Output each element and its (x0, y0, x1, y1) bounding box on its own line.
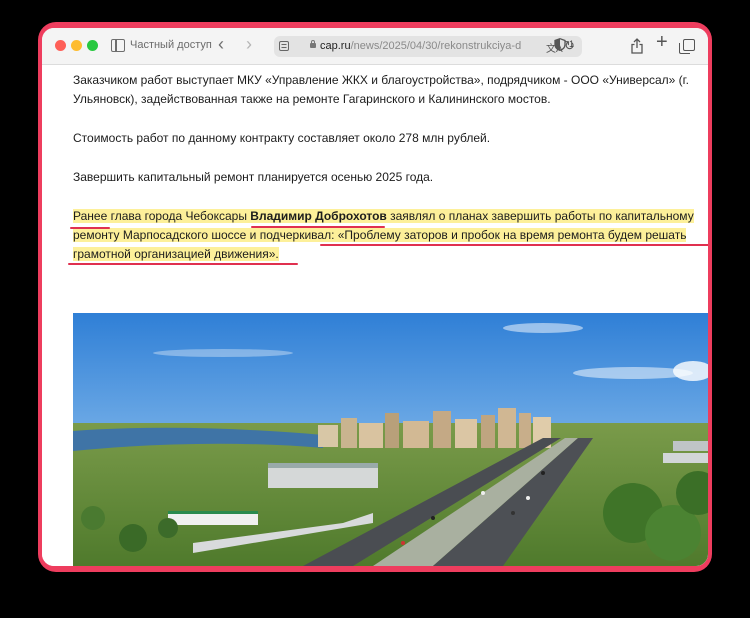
article-photo (73, 313, 708, 566)
url-path: /news/2025/04/30/rekonstrukciya- (350, 40, 516, 52)
quote-post: заявлял о планах завершить работы по кап… (386, 209, 694, 223)
share-icon[interactable] (630, 38, 644, 54)
paragraph-line: Ульяновск), задействованная также на рем… (73, 92, 551, 106)
shield-icon[interactable] (554, 38, 566, 51)
forward-icon[interactable]: › (246, 34, 252, 54)
mayor-name: Владимир Доброхотов (250, 209, 387, 223)
page-content: Заказчиком работ выступает МКУ «Управлен… (42, 65, 708, 566)
sidebar-icon[interactable] (111, 39, 125, 52)
quote-pre: Ранее глава города Чебоксары (73, 209, 251, 223)
plus-icon[interactable]: + (656, 31, 668, 53)
minimize-window-button[interactable] (71, 40, 82, 51)
browser-window: Частный доступ ‹ › cap.ru/news/2025/04/3… (42, 28, 708, 566)
browser-toolbar: Частный доступ ‹ › cap.ru/news/2025/04/3… (42, 28, 708, 65)
paragraph-cost: Стоимость работ по данному контракту сос… (73, 131, 491, 145)
close-window-button[interactable] (55, 40, 66, 51)
page-icon[interactable] (279, 41, 289, 51)
address-bar[interactable]: cap.ru/news/2025/04/30/rekonstrukciya-d … (274, 36, 582, 57)
tabs-icon[interactable] (679, 39, 695, 54)
paragraph-line: Заказчиком работ выступает МКУ «Управлен… (73, 73, 689, 87)
name-underline (251, 226, 385, 228)
url-trailing: d (515, 40, 522, 52)
tracker-count: 1 (569, 39, 575, 49)
url-text[interactable]: cap.ru/news/2025/04/30/rekonstrukciya-d (320, 40, 521, 52)
paragraph-deadline: Завершить капитальный ремонт планируется… (73, 170, 434, 184)
quote-underline-3 (68, 263, 298, 265)
quote-line-1: Ранее глава города Чебоксары Владимир До… (73, 207, 708, 226)
zoom-window-button[interactable] (87, 40, 98, 51)
back-icon[interactable]: ‹ (218, 34, 224, 54)
quote-line-2: ремонту Марпосадского шоссе и подчеркива… (73, 228, 687, 242)
quote-line-3: грамотной организацией движения». (73, 247, 279, 261)
url-domain: cap.ru (320, 40, 351, 52)
quote-paragraph: Ранее глава города Чебоксары Владимир До… (73, 207, 708, 264)
underline-mark (70, 227, 110, 229)
private-browsing-label[interactable]: Частный доступ (130, 39, 212, 51)
quote-underline-2 (320, 244, 708, 246)
lock-icon (310, 40, 316, 48)
paragraph-contractor: Заказчиком работ выступает МКУ «Управлен… (73, 71, 708, 109)
